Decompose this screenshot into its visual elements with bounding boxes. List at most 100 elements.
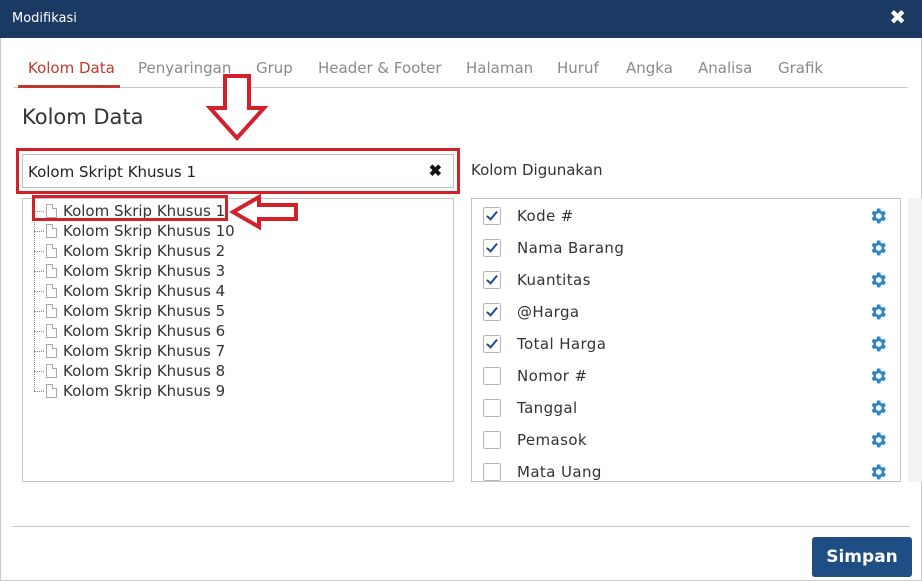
tree-connector xyxy=(34,351,44,352)
window-title: Modifikasi xyxy=(12,11,77,26)
tree-item[interactable]: Kolom Skrip Khusus 9 xyxy=(23,381,283,401)
document-icon xyxy=(46,284,57,298)
document-icon xyxy=(46,324,57,338)
tab-halaman[interactable]: Halaman xyxy=(466,59,533,77)
column-checkbox[interactable] xyxy=(483,335,501,353)
save-button[interactable]: Simpan xyxy=(812,537,912,577)
list-item: Tanggal xyxy=(472,392,900,424)
column-label: Nama Barang xyxy=(517,239,625,257)
check-icon xyxy=(486,240,498,253)
tree-item-label: Kolom Skrip Khusus 7 xyxy=(63,342,226,360)
modifikasi-dialog: Modifikasi ✖ Kolom Data Penyaringan Grup… xyxy=(0,0,922,581)
list-item: Kode # xyxy=(472,200,900,232)
gear-icon[interactable] xyxy=(868,430,888,450)
document-icon xyxy=(46,384,57,398)
column-label: Kuantitas xyxy=(517,271,591,289)
list-item: Pemasok xyxy=(472,424,900,456)
tree-item-label: Kolom Skrip Khusus 8 xyxy=(63,362,226,380)
tree-connector xyxy=(34,231,44,232)
tree-item-label: Kolom Skrip Khusus 2 xyxy=(63,242,226,260)
tab-huruf[interactable]: Huruf xyxy=(557,59,599,77)
check-icon xyxy=(486,304,498,317)
list-item: Kuantitas xyxy=(472,264,900,296)
title-bar: Modifikasi ✖ xyxy=(0,0,922,38)
document-icon xyxy=(46,344,57,358)
gear-icon[interactable] xyxy=(868,366,888,386)
tab-analisa[interactable]: Analisa xyxy=(698,59,752,77)
tree-item-label: Kolom Skrip Khusus 3 xyxy=(63,262,226,280)
available-columns-tree: Kolom Skrip Khusus 1 Kolom Skrip Khusus … xyxy=(22,198,454,482)
tree-item[interactable]: Kolom Skrip Khusus 2 xyxy=(23,241,283,261)
tree-item[interactable]: Kolom Skrip Khusus 10 xyxy=(23,221,283,241)
tree-item[interactable]: Kolom Skrip Khusus 6 xyxy=(23,321,283,341)
tree-connector xyxy=(34,331,44,332)
list-item: Mata Uang xyxy=(472,456,900,482)
column-checkbox[interactable] xyxy=(483,271,501,289)
document-icon xyxy=(46,244,57,258)
footer-divider xyxy=(12,526,910,527)
list-item: Total Harga xyxy=(472,328,900,360)
tree-connector xyxy=(34,391,44,392)
column-checkbox[interactable] xyxy=(483,207,501,225)
tab-header-footer[interactable]: Header & Footer xyxy=(318,59,442,77)
column-label: Mata Uang xyxy=(517,463,602,481)
tree-item-label: Kolom Skrip Khusus 10 xyxy=(63,222,235,240)
list-item: Nama Barang xyxy=(472,232,900,264)
gear-icon[interactable] xyxy=(868,462,888,482)
tree-item[interactable]: Kolom Skrip Khusus 4 xyxy=(23,281,283,301)
gear-icon[interactable] xyxy=(868,302,888,322)
column-label: Total Harga xyxy=(517,335,607,353)
gear-icon[interactable] xyxy=(868,206,888,226)
gear-icon[interactable] xyxy=(868,334,888,354)
tree-item[interactable]: Kolom Skrip Khusus 5 xyxy=(23,301,283,321)
tree-item[interactable]: Kolom Skrip Khusus 3 xyxy=(23,261,283,281)
tree-item-label: Kolom Skrip Khusus 6 xyxy=(63,322,226,340)
scrollbar[interactable] xyxy=(908,198,922,482)
gear-icon[interactable] xyxy=(868,398,888,418)
column-checkbox[interactable] xyxy=(483,303,501,321)
column-label: Pemasok xyxy=(517,431,588,449)
list-item: @Harga xyxy=(472,296,900,328)
tree-connector xyxy=(34,271,44,272)
column-checkbox[interactable] xyxy=(483,239,501,257)
active-tab-indicator xyxy=(18,85,120,88)
check-icon xyxy=(486,272,498,285)
gear-icon[interactable] xyxy=(868,270,888,290)
tab-grup[interactable]: Grup xyxy=(256,59,293,77)
tab-grafik[interactable]: Grafik xyxy=(778,59,823,77)
search-highlight-annotation xyxy=(16,148,460,194)
tab-angka[interactable]: Angka xyxy=(626,59,673,77)
used-columns-list: Kode # Nama Barang Kuantitas @Harga Tota… xyxy=(471,198,901,482)
tree-item[interactable]: Kolom Skrip Khusus 7 xyxy=(23,341,283,361)
used-columns-label: Kolom Digunakan xyxy=(471,161,603,179)
tree-item-label: Kolom Skrip Khusus 9 xyxy=(63,382,226,400)
check-icon xyxy=(486,336,498,349)
tree-connector xyxy=(34,291,44,292)
tree-item-highlight-annotation xyxy=(32,195,228,221)
close-icon[interactable]: ✖ xyxy=(889,6,906,30)
tree-item-label: Kolom Skrip Khusus 4 xyxy=(63,282,226,300)
column-label: Tanggal xyxy=(517,399,578,417)
check-icon xyxy=(486,208,498,221)
tree-item[interactable]: Kolom Skrip Khusus 8 xyxy=(23,361,283,381)
tab-kolom-data[interactable]: Kolom Data xyxy=(28,59,115,77)
column-checkbox[interactable] xyxy=(483,431,501,449)
column-checkbox[interactable] xyxy=(483,367,501,385)
column-label: Kode # xyxy=(517,207,574,225)
section-title: Kolom Data xyxy=(22,105,144,129)
column-label: Nomor # xyxy=(517,367,588,385)
tree-connector xyxy=(34,251,44,252)
gear-icon[interactable] xyxy=(868,238,888,258)
tab-bar: Kolom Data Penyaringan Grup Header & Foo… xyxy=(14,54,908,88)
column-checkbox[interactable] xyxy=(483,399,501,417)
document-icon xyxy=(46,304,57,318)
document-icon xyxy=(46,264,57,278)
tree-item-label: Kolom Skrip Khusus 5 xyxy=(63,302,226,320)
list-item: Nomor # xyxy=(472,360,900,392)
column-checkbox[interactable] xyxy=(483,463,501,481)
document-icon xyxy=(46,224,57,238)
tree-connector xyxy=(34,371,44,372)
document-icon xyxy=(46,364,57,378)
column-label: @Harga xyxy=(517,303,580,321)
tab-penyaringan[interactable]: Penyaringan xyxy=(138,59,231,77)
